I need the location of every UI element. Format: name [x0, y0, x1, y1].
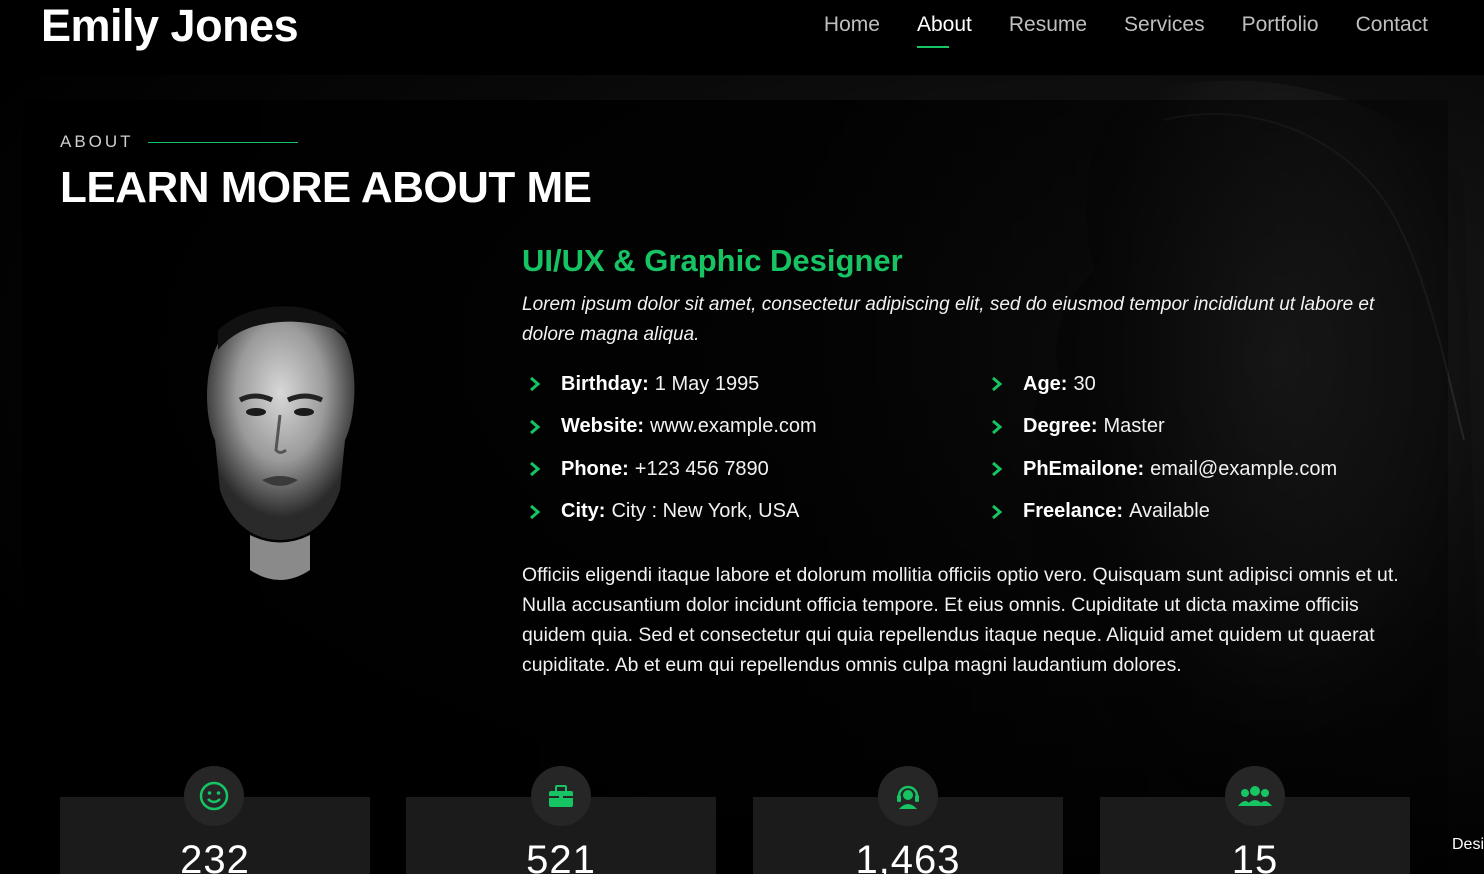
fact-value: www.example.com [649, 415, 817, 438]
fact-website: Website: www.example.com [522, 411, 984, 444]
nav-services[interactable]: Services [1124, 10, 1205, 40]
fact-city: City: City : New York, USA [522, 496, 984, 529]
lead-paragraph: Lorem ipsum dolor sit amet, consectetur … [522, 294, 1375, 345]
chevron-right-icon [530, 419, 541, 434]
fact-degree: Degree: Master [984, 411, 1424, 444]
fact-label: Degree: [1023, 415, 1098, 438]
nav-resume[interactable]: Resume [1009, 10, 1087, 40]
fact-label: City: [561, 500, 606, 523]
fact-label: Age: [1023, 372, 1068, 395]
nav-contact[interactable]: Contact [1356, 10, 1428, 40]
fact-value: +123 456 7890 [634, 457, 769, 480]
nav-home[interactable]: Home [824, 10, 880, 40]
smiley-icon [184, 766, 244, 826]
eyebrow-label: ABOUT [60, 132, 134, 151]
stat-value: 15 [1231, 838, 1279, 874]
headset-icon [878, 766, 938, 826]
profile-photo [206, 306, 355, 580]
corner-credit-text: Desi [1451, 836, 1484, 853]
fact-age: Age: 30 [984, 368, 1424, 401]
stat-value: 232 [180, 838, 250, 874]
chevron-right-icon [992, 504, 1003, 519]
fact-value: Available [1129, 500, 1210, 523]
fact-label: Website: [561, 415, 644, 438]
fact-label: Birthday: [561, 372, 649, 395]
nav-about[interactable]: About [916, 10, 972, 48]
fact-value: 1 May 1995 [654, 372, 760, 395]
fact-label: PhEmailone: [1023, 457, 1145, 480]
site-header: Emily Jones Home About Resume Services P… [0, 0, 1484, 75]
site-logo[interactable]: Emily Jones [41, 0, 299, 56]
chevron-right-icon [992, 377, 1003, 392]
personal-facts-grid: Birthday: 1 May 1995 Age: 30 Website: ww… [522, 368, 1422, 528]
fact-value: Master [1103, 415, 1165, 438]
section-eyebrow: ABOUT [60, 132, 298, 152]
about-body-paragraph: Officiis eligendi itaque labore et dolor… [522, 564, 1399, 676]
eyebrow-divider [147, 141, 298, 143]
fact-label: Phone: [561, 457, 629, 480]
fact-label: Freelance: [1023, 500, 1124, 523]
briefcase-icon [531, 766, 591, 826]
fact-value: email@example.com [1150, 457, 1338, 480]
fact-freelance: Freelance: Available [984, 496, 1424, 529]
chevron-right-icon [992, 462, 1003, 477]
page: Emily Jones Home About Resume Services P… [0, 0, 1484, 874]
chevron-right-icon [530, 462, 541, 477]
role-heading: UI/UX & Graphic Designer [522, 243, 903, 278]
fact-value: City : New York, USA [611, 500, 800, 523]
nav-portfolio[interactable]: Portfolio [1242, 10, 1319, 40]
fact-birthday: Birthday: 1 May 1995 [522, 368, 984, 401]
chevron-right-icon [992, 419, 1003, 434]
stat-value: 1,463 [855, 838, 961, 874]
people-icon [1225, 766, 1285, 826]
fact-email: PhEmailone: email@example.com [984, 453, 1424, 486]
main-nav: Home About Resume Services Portfolio Con… [824, 10, 1428, 48]
fact-value: 30 [1073, 372, 1096, 395]
stat-value: 521 [526, 838, 596, 874]
chevron-right-icon [530, 377, 541, 392]
section-title: LEARN MORE ABOUT ME [60, 163, 592, 212]
chevron-right-icon [530, 504, 541, 519]
fact-phone: Phone: +123 456 7890 [522, 453, 984, 486]
